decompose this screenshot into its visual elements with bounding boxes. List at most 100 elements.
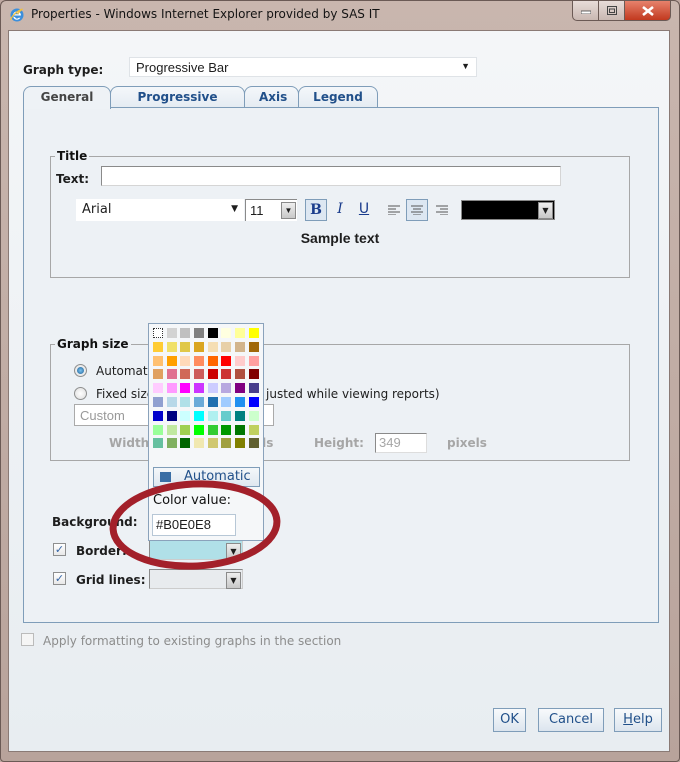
- color-swatch[interactable]: [235, 438, 246, 449]
- dropdown-arrow-icon[interactable]: ▼: [226, 543, 241, 560]
- dropdown-arrow-icon[interactable]: ▼: [281, 202, 296, 219]
- grid-lines-checkbox[interactable]: ✓: [53, 572, 66, 585]
- grid-lines-color-select[interactable]: ▼: [149, 569, 243, 589]
- color-swatch[interactable]: [166, 369, 177, 380]
- tab-progressive-bar[interactable]: Progressive Bar: [110, 86, 245, 124]
- color-swatch[interactable]: [153, 341, 163, 352]
- close-button[interactable]: [625, 1, 671, 21]
- color-swatch[interactable]: [153, 355, 163, 366]
- color-swatch[interactable]: [235, 369, 246, 380]
- color-swatch[interactable]: [248, 355, 259, 366]
- color-swatch[interactable]: [180, 438, 191, 449]
- color-swatch[interactable]: [180, 410, 191, 421]
- color-swatch[interactable]: [194, 410, 205, 421]
- color-swatch[interactable]: [166, 383, 177, 394]
- color-swatch[interactable]: [235, 355, 246, 366]
- color-swatch[interactable]: [153, 369, 163, 380]
- help-button[interactable]: Help: [614, 708, 662, 732]
- color-swatch[interactable]: [166, 410, 177, 421]
- color-swatch[interactable]: [207, 424, 218, 435]
- title-color-select[interactable]: ▼: [461, 200, 555, 220]
- color-swatch[interactable]: [207, 396, 218, 407]
- color-swatch[interactable]: [221, 355, 232, 366]
- color-swatch[interactable]: [221, 328, 232, 338]
- underline-button[interactable]: U: [353, 199, 375, 221]
- color-swatch[interactable]: [235, 410, 246, 421]
- color-swatch[interactable]: [248, 369, 259, 380]
- color-swatch[interactable]: [166, 341, 177, 352]
- color-swatch[interactable]: [248, 438, 259, 449]
- border-color-select[interactable]: ▼: [149, 540, 243, 560]
- color-swatch[interactable]: [153, 424, 163, 435]
- color-swatch[interactable]: [166, 328, 177, 338]
- color-swatch[interactable]: [166, 424, 177, 435]
- title-bar[interactable]: Properties - Windows Internet Explorer p…: [1, 1, 679, 29]
- color-swatch[interactable]: [194, 341, 205, 352]
- color-swatch[interactable]: [235, 424, 246, 435]
- color-swatch[interactable]: [153, 438, 163, 449]
- tab-axis[interactable]: Axis: [244, 86, 299, 108]
- color-swatch[interactable]: [180, 355, 191, 366]
- minimize-button[interactable]: [572, 1, 599, 21]
- color-swatch-none[interactable]: [153, 328, 163, 338]
- color-swatch[interactable]: [221, 383, 232, 394]
- color-swatch[interactable]: [221, 438, 232, 449]
- automatic-color-button[interactable]: Automatic: [153, 467, 260, 487]
- color-swatch[interactable]: [180, 396, 191, 407]
- dropdown-arrow-icon[interactable]: ▼: [538, 202, 553, 219]
- ok-button[interactable]: OK: [493, 708, 526, 732]
- bold-button[interactable]: B: [305, 199, 327, 221]
- color-swatch[interactable]: [180, 328, 191, 338]
- color-swatch[interactable]: [248, 341, 259, 352]
- color-swatch[interactable]: [248, 410, 259, 421]
- color-swatch[interactable]: [180, 383, 191, 394]
- color-swatch[interactable]: [166, 438, 177, 449]
- apply-formatting-checkbox[interactable]: [21, 633, 34, 646]
- fixed-size-radio[interactable]: [74, 387, 87, 400]
- color-swatch[interactable]: [166, 355, 177, 366]
- tab-legend[interactable]: Legend: [298, 86, 378, 108]
- automatic-size-radio[interactable]: [74, 364, 87, 377]
- color-swatch[interactable]: [153, 383, 163, 394]
- color-swatch[interactable]: [207, 328, 218, 338]
- graph-type-select[interactable]: Progressive Bar ▼: [129, 57, 477, 77]
- color-swatch[interactable]: [207, 438, 218, 449]
- font-family-select[interactable]: Arial ▼: [76, 199, 244, 221]
- color-swatch[interactable]: [248, 424, 259, 435]
- color-swatch[interactable]: [221, 341, 232, 352]
- border-checkbox[interactable]: ✓: [53, 543, 66, 556]
- color-swatch[interactable]: [194, 438, 205, 449]
- color-swatch[interactable]: [248, 383, 259, 394]
- color-swatch[interactable]: [221, 424, 232, 435]
- color-swatch[interactable]: [153, 396, 163, 407]
- color-swatch[interactable]: [207, 341, 218, 352]
- color-swatch[interactable]: [235, 396, 246, 407]
- align-right-button[interactable]: [431, 199, 453, 221]
- color-swatch[interactable]: [221, 369, 232, 380]
- align-center-button[interactable]: [406, 199, 428, 221]
- color-swatch[interactable]: [194, 396, 205, 407]
- color-swatch[interactable]: [153, 410, 163, 421]
- color-swatch[interactable]: [207, 369, 218, 380]
- color-swatch[interactable]: [180, 369, 191, 380]
- cancel-button[interactable]: Cancel: [538, 708, 604, 732]
- dropdown-arrow-icon[interactable]: ▼: [226, 572, 241, 589]
- color-swatch[interactable]: [194, 369, 205, 380]
- height-input[interactable]: 349: [375, 433, 427, 453]
- title-text-input[interactable]: [101, 166, 561, 186]
- maximize-button[interactable]: [599, 1, 625, 21]
- color-swatch[interactable]: [194, 355, 205, 366]
- color-swatch[interactable]: [180, 341, 191, 352]
- color-swatch[interactable]: [248, 328, 259, 338]
- color-swatch[interactable]: [207, 410, 218, 421]
- color-swatch[interactable]: [207, 383, 218, 394]
- color-swatch[interactable]: [235, 383, 246, 394]
- font-size-select[interactable]: 11 ▼: [245, 199, 297, 221]
- color-swatch[interactable]: [248, 396, 259, 407]
- color-swatch[interactable]: [194, 424, 205, 435]
- color-swatch[interactable]: [221, 396, 232, 407]
- color-swatch[interactable]: [235, 341, 246, 352]
- italic-button[interactable]: I: [329, 199, 351, 221]
- color-swatch[interactable]: [166, 396, 177, 407]
- color-swatch[interactable]: [194, 383, 205, 394]
